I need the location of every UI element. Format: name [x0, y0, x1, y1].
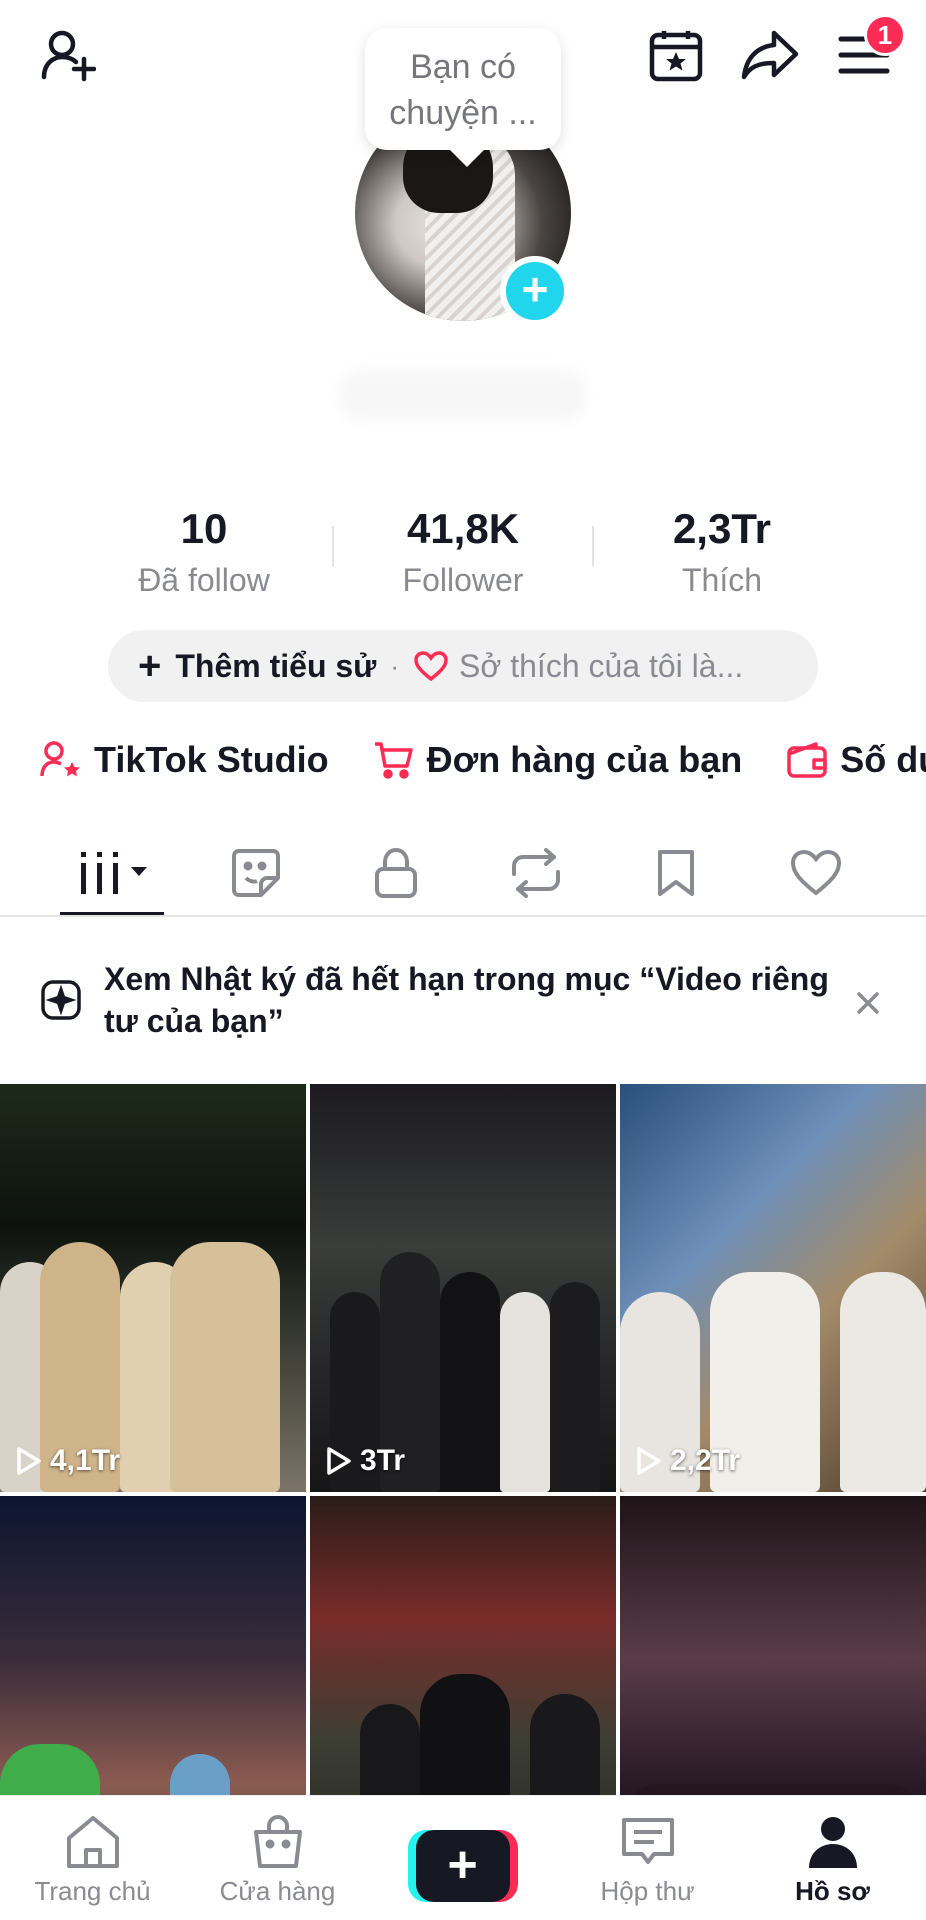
shop-bag-icon	[253, 1815, 302, 1868]
notice-text: Xem Nhật ký đã hết hạn trong mục “Video …	[104, 961, 829, 1039]
shortcut-label: TikTok Studio	[94, 739, 329, 780]
tiktok-studio-link[interactable]: TikTok Studio	[40, 739, 329, 781]
grid-icon	[81, 852, 147, 894]
nav-label: Trang chủ	[34, 1876, 151, 1906]
stat-value: 10	[180, 505, 228, 552]
hobby-placeholder: Sở thích của tôi là...	[459, 647, 744, 684]
bookmark-icon	[658, 850, 694, 896]
view-count-text: 3Tr	[360, 1444, 406, 1477]
home-icon	[66, 1816, 119, 1868]
nav-shop[interactable]: Cửa hàng	[185, 1796, 370, 1920]
plus-icon: +	[138, 644, 162, 688]
video-thumbnail[interactable]	[310, 1496, 616, 1804]
repost-icon	[512, 848, 560, 898]
lock-icon	[375, 847, 417, 898]
add-bio-label: Thêm tiểu sử	[175, 647, 377, 684]
username-blurred	[340, 370, 586, 420]
create-icon: +	[415, 1830, 510, 1902]
expired-diary-notice[interactable]: Xem Nhật ký đã hết hạn trong mục “Video …	[0, 940, 926, 1060]
add-story-button[interactable]: +	[500, 256, 570, 326]
nav-home[interactable]: Trang chủ	[0, 1796, 185, 1920]
stat-label: Thích	[681, 562, 763, 598]
person-star-icon	[40, 741, 80, 777]
profile-icon	[808, 1817, 857, 1868]
nav-create[interactable]: +	[370, 1796, 555, 1920]
profile-stats: 10 Đã follow 41,8K Follower 2,3Tr Thích	[0, 500, 926, 600]
nav-inbox[interactable]: Hộp thư	[555, 1796, 740, 1920]
add-friend-button[interactable]	[30, 20, 106, 90]
tab-favorites[interactable]	[606, 830, 746, 916]
play-icon	[327, 1447, 351, 1475]
notification-badge: 1	[864, 14, 906, 56]
inbox-icon	[621, 1818, 674, 1864]
video-thumbnail[interactable]: 3Tr	[310, 1084, 616, 1492]
tab-videos[interactable]	[46, 830, 186, 916]
calendar-button[interactable]	[644, 20, 708, 90]
bottom-navigation: Trang chủ Cửa hàng + Hộp thư Hồ sơ	[0, 1795, 926, 1920]
content-tabs	[0, 830, 926, 916]
shortcut-label: Số dư	[840, 739, 926, 780]
tab-reposts[interactable]	[466, 830, 606, 916]
sticker-icon	[232, 849, 280, 897]
view-count: 3Tr	[326, 1444, 405, 1478]
view-count: 2,2Tr	[636, 1444, 740, 1478]
add-person-icon	[41, 30, 96, 82]
video-thumbnail[interactable]: 4,1Tr	[0, 1084, 306, 1492]
bio-separator: ·	[390, 650, 400, 681]
tab-private[interactable]	[326, 830, 466, 916]
status-bubble[interactable]: Bạn có chuyện ...	[365, 28, 561, 150]
video-thumbnail[interactable]	[620, 1496, 926, 1804]
tab-stickers[interactable]	[186, 830, 326, 916]
stat-label: Follower	[402, 562, 524, 598]
view-count-text: 4,1Tr	[50, 1444, 121, 1477]
nav-label: Hồ sơ	[795, 1876, 870, 1906]
orders-link[interactable]: Đơn hàng của bạn	[373, 739, 743, 781]
balance-link[interactable]: Số dư	[786, 739, 926, 781]
calendar-star-icon	[649, 31, 703, 82]
share-arrow-icon	[741, 30, 799, 80]
heart-outline-icon	[414, 651, 448, 682]
stat-followers[interactable]: 41,8K Follower	[333, 500, 593, 602]
video-grid: 4,1Tr 3Tr 2,2Tr	[0, 1084, 926, 1804]
stat-value: 41,8K	[406, 505, 520, 552]
sparkle-box-icon	[41, 980, 81, 1020]
notice-close-button[interactable]	[856, 982, 880, 1025]
play-icon	[17, 1447, 41, 1475]
stat-label: Đã follow	[138, 562, 270, 598]
nav-label: Cửa hàng	[219, 1876, 336, 1906]
close-icon	[857, 992, 879, 1014]
menu-button[interactable]: 1	[832, 14, 906, 90]
nav-label: Hộp thư	[600, 1876, 695, 1906]
video-thumbnail[interactable]	[0, 1496, 306, 1804]
heart-icon	[790, 849, 842, 896]
share-profile-button[interactable]	[738, 20, 802, 90]
shortcut-row: TikTok Studio Đơn hàng của bạn Số dư	[40, 730, 926, 790]
stat-likes[interactable]: 2,3Tr Thích	[592, 500, 852, 602]
stat-value: 2,3Tr	[672, 505, 772, 552]
video-thumbnail[interactable]: 2,2Tr	[620, 1084, 926, 1492]
stat-following[interactable]: 10 Đã follow	[74, 500, 334, 602]
cart-icon	[374, 742, 413, 779]
bubble-line-1: Bạn có	[410, 48, 516, 86]
tab-liked[interactable]	[746, 830, 886, 916]
play-icon	[637, 1447, 661, 1475]
shortcut-label: Đơn hàng của bạn	[426, 739, 743, 780]
tabs-divider	[0, 915, 926, 917]
bio-pill[interactable]: + Thêm tiểu sử · Sở thích của tôi là...	[108, 630, 818, 702]
view-count-text: 2,2Tr	[670, 1444, 741, 1477]
bubble-line-2: chuyện ...	[389, 94, 537, 132]
view-count: 4,1Tr	[16, 1444, 120, 1478]
create-button[interactable]: +	[407, 1830, 518, 1902]
wallet-icon	[787, 742, 828, 778]
nav-profile[interactable]: Hồ sơ	[740, 1796, 925, 1920]
